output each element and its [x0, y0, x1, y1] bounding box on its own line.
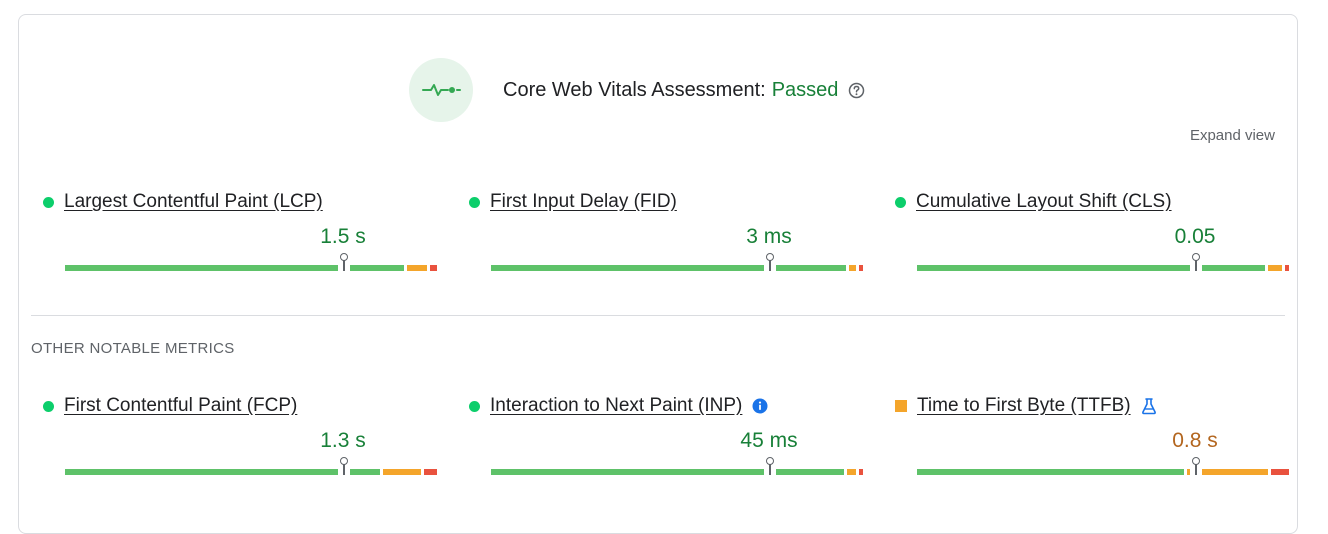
percentile-marker	[1190, 253, 1202, 271]
cwv-card: Core Web Vitals Assessment: Passed Expan…	[18, 14, 1298, 534]
metric-name-link[interactable]: Interaction to Next Paint (INP)	[490, 395, 742, 417]
percentile-marker	[764, 253, 776, 271]
metric-name-link[interactable]: First Input Delay (FID)	[490, 191, 677, 213]
segment-good	[65, 265, 404, 271]
metric-value: 0.8 s	[1172, 429, 1218, 452]
segment-poor	[1270, 469, 1289, 475]
status-dot-good	[43, 196, 54, 208]
metric-name-link[interactable]: Cumulative Layout Shift (CLS)	[916, 191, 1172, 213]
metric-fid: First Input Delay (FID) 3 ms	[469, 191, 863, 271]
distribution-bar	[65, 457, 437, 475]
metric-value: 1.5 s	[320, 225, 366, 248]
status-dot-good	[469, 400, 480, 412]
metric-cls: Cumulative Layout Shift (CLS) 0.05	[895, 191, 1289, 271]
distribution-bar	[491, 457, 863, 475]
distribution-bar	[917, 253, 1289, 271]
segment-poor	[1285, 265, 1289, 271]
distribution-bar	[917, 457, 1289, 475]
percentile-marker	[338, 457, 350, 475]
segment-poor	[859, 469, 863, 475]
metric-inp: Interaction to Next Paint (INP) 45 ms	[469, 395, 863, 475]
metric-value: 0.05	[1174, 225, 1216, 248]
status-dot-good	[43, 400, 54, 412]
info-icon[interactable]	[752, 398, 768, 414]
distribution-bar	[491, 253, 863, 271]
metric-ttfb: Time to First Byte (TTFB) 0.8 s	[895, 395, 1289, 475]
metric-value: 3 ms	[746, 225, 792, 248]
section-divider	[31, 315, 1285, 316]
segment-poor	[429, 265, 437, 271]
metric-name-link[interactable]: First Contentful Paint (FCP)	[64, 395, 297, 417]
status-square-needs-improvement	[895, 400, 907, 412]
metric-value: 1.3 s	[320, 429, 366, 452]
metric-name-link[interactable]: Time to First Byte (TTFB)	[917, 395, 1131, 417]
percentile-marker	[1190, 457, 1202, 475]
metric-fcp: First Contentful Paint (FCP) 1.3 s	[43, 395, 437, 475]
expand-view-link[interactable]: Expand view	[1190, 127, 1275, 144]
assessment-label: Core Web Vitals Assessment:	[503, 78, 766, 101]
status-dot-good	[469, 196, 480, 208]
metric-value: 45 ms	[740, 429, 798, 452]
segment-needs-improvement	[1267, 265, 1283, 271]
assessment-header: Core Web Vitals Assessment: Passed	[409, 57, 865, 123]
segment-needs-improvement	[406, 265, 427, 271]
section-label-other-metrics: OTHER NOTABLE METRICS	[31, 340, 235, 357]
status-dot-good	[895, 196, 906, 208]
segment-good	[917, 265, 1265, 271]
metric-name-link[interactable]: Largest Contentful Paint (LCP)	[64, 191, 323, 213]
assessment-text: Core Web Vitals Assessment: Passed	[503, 79, 865, 102]
help-circle-icon[interactable]	[848, 82, 865, 99]
segment-poor	[424, 469, 437, 475]
segment-needs-improvement	[847, 469, 857, 475]
percentile-marker	[764, 457, 776, 475]
flask-icon[interactable]	[1141, 397, 1157, 415]
segment-good	[491, 265, 847, 271]
segment-good	[491, 469, 845, 475]
segment-needs-improvement	[382, 469, 422, 475]
segment-needs-improvement	[849, 265, 857, 271]
assessment-status: Passed	[771, 78, 839, 101]
vitals-pulse-icon	[409, 58, 473, 122]
segment-good	[917, 469, 1185, 475]
metric-lcp: Largest Contentful Paint (LCP) 1.5 s	[43, 191, 437, 271]
segment-poor	[859, 265, 863, 271]
distribution-bar	[65, 253, 437, 271]
percentile-marker	[338, 253, 350, 271]
segment-good	[65, 469, 380, 475]
